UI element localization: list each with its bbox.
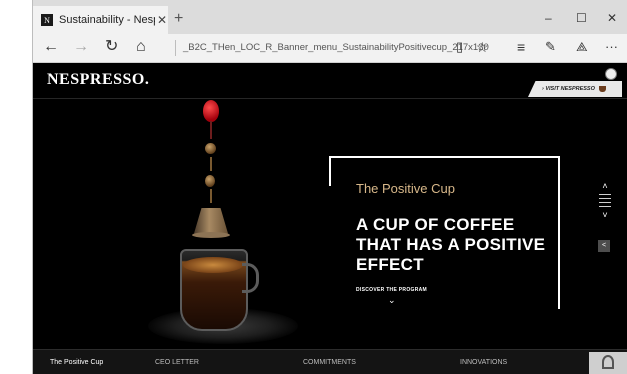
nespresso-logo[interactable]: NESPRESSO. [47,71,149,89]
reading-view-icon[interactable]: ▯ [456,38,463,56]
nespresso-favicon-icon: N [41,14,53,26]
coffee-cherry-image [203,100,219,122]
espresso-crema [183,257,243,273]
visit-nespresso-button[interactable]: › VISIT NESPRESSO [528,81,622,97]
nav-positive-cup[interactable]: The Positive Cup [50,359,103,366]
close-window-button[interactable]: ✕ [607,11,617,25]
web-note-icon[interactable]: ✎ [545,38,556,56]
browser-window: N Sustainability - Nespres ✕ + – ☐ ✕ ← →… [33,0,627,374]
discover-program-link[interactable]: DISCOVER THE PROGRAM [356,287,427,293]
tab-title: Sustainability - Nespres [59,14,155,26]
glass-handle [242,263,259,293]
bottom-navigation: The Positive Cup CEO LETTER COMMITMENTS … [33,349,627,374]
coffee-cup-icon [598,86,606,92]
tab-strip: N Sustainability - Nespres ✕ + – ☐ ✕ [33,0,627,34]
navigation-bar: ← → ↻ ⌂ _B2C_THen_LOC_R_Banner_menu_Sust… [33,34,627,63]
coffee-bean-image [205,143,216,154]
new-tab-button[interactable]: + [174,11,183,27]
hub-icon[interactable]: ≡ [517,38,525,56]
coffee-drip [210,189,212,203]
roasted-bean-image [205,175,215,187]
back-arrow-icon[interactable]: ← [43,38,59,56]
capsule-rim [192,232,230,238]
refresh-icon[interactable]: ↻ [105,38,118,56]
nav-commitments[interactable]: COMMITMENTS [303,359,356,366]
chevron-down-icon[interactable]: ⌄ [388,295,396,306]
favorite-star-icon[interactable]: ☆ [476,38,489,56]
section-indicators[interactable] [599,194,611,207]
nespresso-page: NESPRESSO. › VISIT NESPRESSO The Positiv… [33,63,627,374]
divider [175,40,176,56]
coffee-drip [210,157,212,171]
visit-nespresso-label: › VISIT NESPRESSO [542,86,595,92]
address-field[interactable]: _B2C_THen_LOC_R_Banner_menu_Sustainabili… [183,42,489,53]
chevron-up-icon[interactable]: ˄ [599,181,611,191]
nav-innovations[interactable]: INNOVATIONS [460,359,507,366]
tab-sustainability[interactable]: N Sustainability - Nespres ✕ [33,6,168,34]
cherry-stem [210,121,212,139]
location-pin-icon[interactable] [589,352,627,374]
promo-headline: A CUP OF COFFEE THAT HAS A POSITIVE EFFE… [356,215,546,274]
home-icon[interactable]: ⌂ [136,38,146,56]
chevron-down-icon[interactable]: ˅ [599,210,611,220]
section-scroller[interactable]: ˄ ˅ [599,181,611,220]
tab-close-icon[interactable]: ✕ [157,13,167,27]
header-divider [33,98,627,99]
nav-ceo-letter[interactable]: CEO LETTER [155,359,199,366]
promo-frame-edge [329,156,331,186]
globe-icon[interactable] [605,68,617,80]
minimize-button[interactable]: – [545,11,552,25]
forward-arrow-icon[interactable]: → [73,38,89,56]
share-icon[interactable]: ⟁ [576,38,588,56]
promo-kicker: The Positive Cup [356,181,455,196]
share-icon[interactable]: < [598,240,610,252]
maximize-button[interactable]: ☐ [576,11,587,25]
more-menu-icon[interactable]: ··· [605,38,618,56]
